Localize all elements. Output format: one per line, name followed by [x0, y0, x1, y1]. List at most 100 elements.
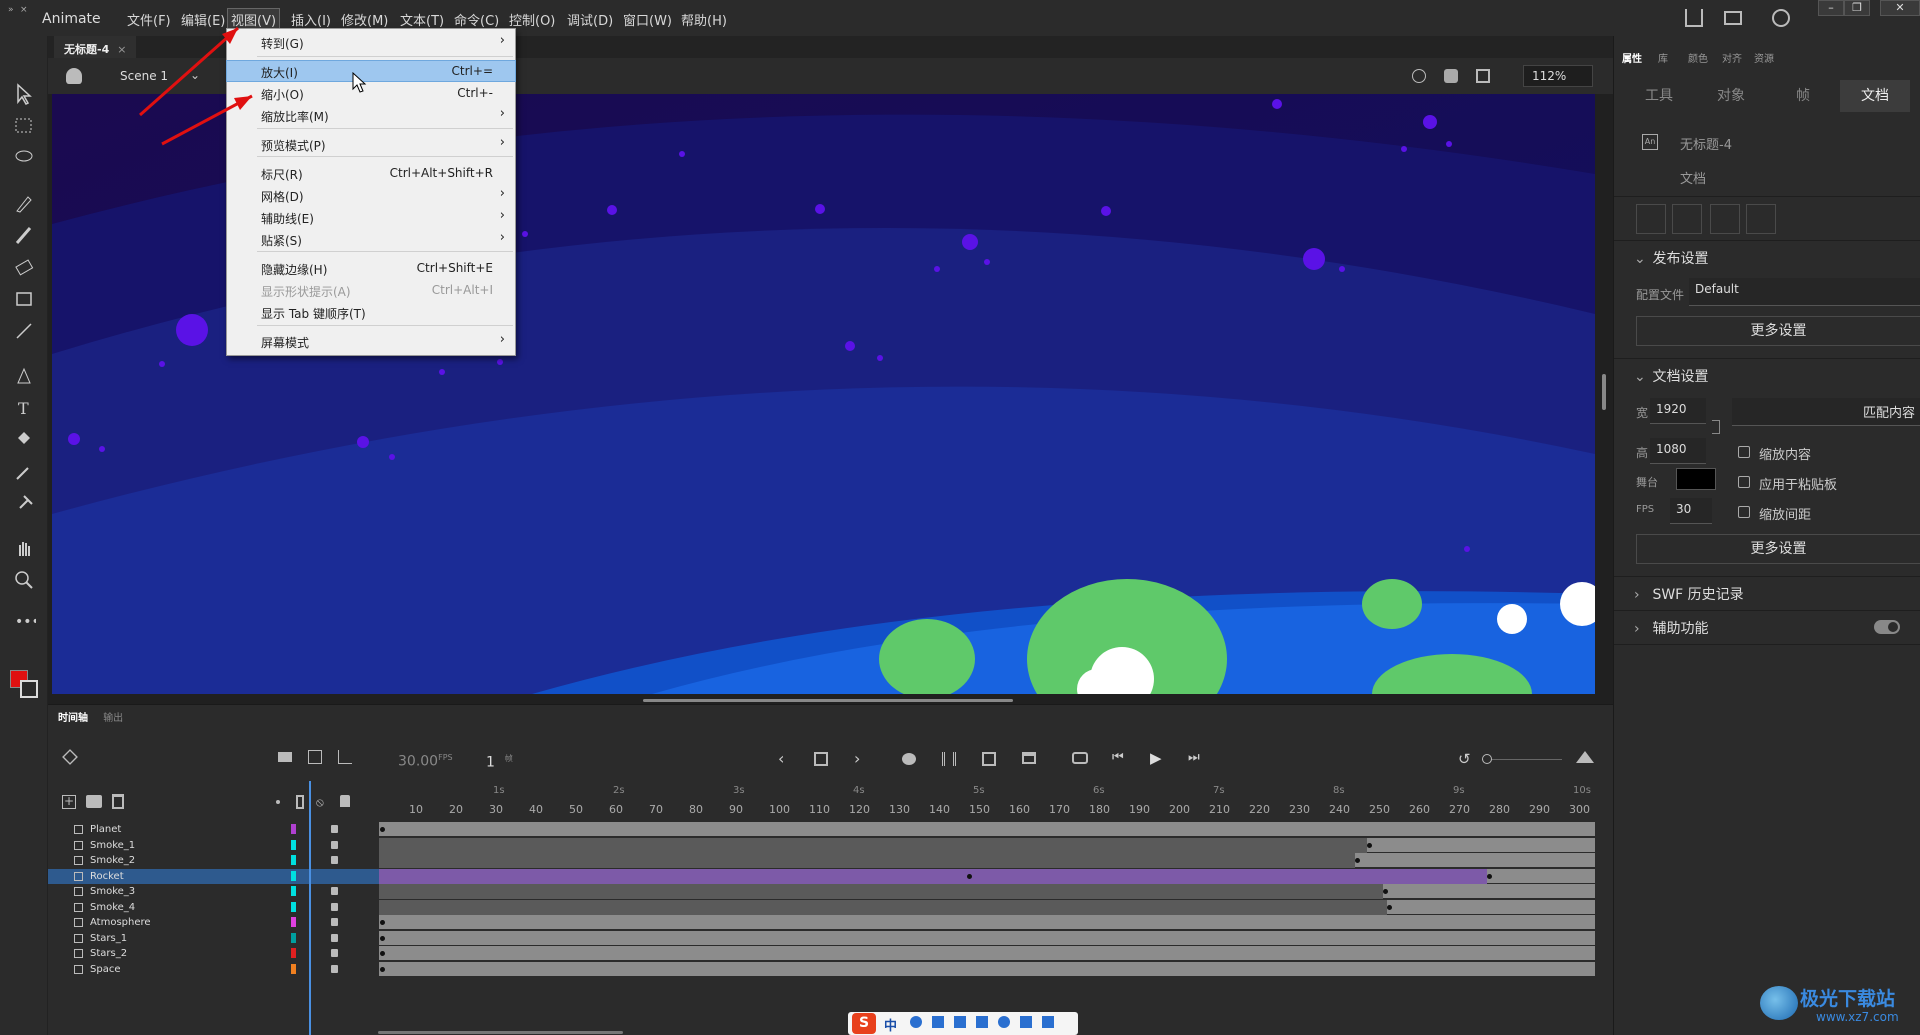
layers-icon[interactable]: [62, 749, 78, 765]
view-menu-item[interactable]: 隐藏边缘(H) Ctrl+Shift+E: [227, 258, 515, 278]
tab-align[interactable]: 对齐: [1722, 50, 1742, 65]
clip-content-icon[interactable]: [1476, 69, 1490, 83]
tween-span[interactable]: [379, 899, 1387, 915]
view-menu-item[interactable]: 显示形状提示(A) Ctrl+Alt+I: [227, 280, 515, 300]
workspace-icon[interactable]: [1724, 11, 1742, 25]
tween-span[interactable]: [379, 837, 1367, 853]
keyframe[interactable]: [1387, 904, 1392, 910]
keyframe[interactable]: [380, 966, 385, 972]
frame-row[interactable]: [379, 946, 1595, 961]
view-menu-item[interactable]: 缩放比率(M) ›: [227, 105, 515, 125]
layer-color-swatch[interactable]: [291, 839, 296, 850]
layer-lock-icon[interactable]: [331, 933, 338, 942]
stage-color-swatch[interactable]: [1676, 468, 1716, 490]
view-menu-item[interactable]: 屏幕模式 ›: [227, 331, 515, 351]
layer-color-swatch[interactable]: [291, 932, 296, 943]
accessibility-toggle[interactable]: [1874, 620, 1900, 634]
document-tab[interactable]: 无标题-4 ×: [54, 36, 137, 58]
tween-span[interactable]: [379, 884, 1383, 899]
edit-multiple-frames-icon[interactable]: [942, 752, 956, 766]
document-settings-header[interactable]: ⌄ 文档设置: [1634, 366, 1708, 386]
lasso-icon[interactable]: [12, 146, 36, 170]
stage-vertical-scrollbar[interactable]: [1602, 374, 1606, 410]
ime-tool-icons[interactable]: [910, 1016, 1070, 1030]
layer-row[interactable]: Planet: [48, 822, 379, 837]
keyframe[interactable]: [380, 951, 385, 956]
tab-timeline[interactable]: 时间轴: [58, 713, 88, 724]
frame-display[interactable]: 1帧: [486, 753, 513, 771]
insert-keyframe-icon[interactable]: [814, 752, 828, 766]
menu-7[interactable]: 控制(O): [506, 9, 558, 30]
layer-color-swatch[interactable]: [291, 855, 296, 865]
select-tool-icon[interactable]: [12, 82, 36, 106]
link-dimensions-icon[interactable]: [1712, 420, 1720, 434]
keyframe[interactable]: [380, 920, 385, 925]
subtab-tools[interactable]: 工具: [1624, 80, 1694, 112]
layer-row[interactable]: Smoke_3: [48, 884, 379, 899]
timeline-ruler[interactable]: 10 20 30 40 50 60 70 80 90 100 110 120 130 140 150 160 1…: [379, 781, 1595, 821]
show-all-layers-icon[interactable]: [276, 800, 280, 804]
outline-all-layers-icon[interactable]: [296, 795, 304, 809]
lock-icon[interactable]: [1746, 204, 1776, 234]
subtab-frame[interactable]: 帧: [1768, 80, 1838, 112]
view-menu-item[interactable]: 预览模式(P) ›: [227, 134, 515, 154]
view-menu-item[interactable]: 标尺(R) Ctrl+Alt+Shift+R: [227, 163, 515, 183]
layer-color-swatch[interactable]: [291, 870, 296, 881]
view-menu-item[interactable]: 显示 Tab 键顺序(T): [227, 302, 515, 322]
view-menu-item[interactable]: 缩小(O) Ctrl+-: [227, 83, 515, 103]
ime-mode-label[interactable]: 中: [884, 1015, 897, 1034]
keyframe[interactable]: [967, 873, 972, 879]
layer-row[interactable]: Rocket: [48, 868, 379, 884]
pen-tool-icon[interactable]: [12, 364, 36, 388]
line-tool-icon[interactable]: [12, 319, 36, 343]
timeline-fit-icon[interactable]: [1576, 751, 1594, 763]
layer-row[interactable]: Atmosphere: [48, 915, 379, 930]
menu-4[interactable]: 修改(M): [338, 9, 391, 30]
layer-color-swatch[interactable]: [291, 901, 296, 912]
layer-lock-icon[interactable]: [331, 949, 338, 957]
frame-row[interactable]: [379, 930, 1595, 946]
parenting-icon[interactable]: [308, 750, 322, 764]
more-tools-icon[interactable]: •••: [12, 612, 40, 636]
layer-lock-icon[interactable]: [331, 918, 338, 926]
layer-lock-icon[interactable]: [331, 887, 338, 895]
width-input[interactable]: 1920: [1650, 398, 1706, 424]
layer-color-swatch[interactable]: [291, 963, 296, 974]
camera-icon[interactable]: [278, 752, 292, 762]
paint-brush-icon[interactable]: [12, 191, 36, 215]
play-test-icon[interactable]: [1772, 9, 1790, 27]
apply-to-pasteboard-checkbox[interactable]: [1738, 476, 1750, 488]
view-menu-item[interactable]: 网格(D) ›: [227, 185, 515, 205]
subtab-document[interactable]: 文档: [1840, 80, 1910, 112]
view-menu-item[interactable]: 转到(G) ›: [227, 32, 515, 52]
onion-skin-icon[interactable]: [902, 753, 916, 765]
layer-color-swatch[interactable]: [291, 917, 296, 927]
ruler-icon[interactable]: [1710, 204, 1740, 234]
document-more-settings-button[interactable]: 更多设置: [1636, 534, 1920, 564]
fill-color-swatch[interactable]: [20, 680, 38, 698]
height-input[interactable]: 1080: [1650, 438, 1706, 464]
rotate-stage-icon[interactable]: [1444, 69, 1458, 83]
tab-assets[interactable]: 资源: [1754, 50, 1774, 65]
subtab-object[interactable]: 对象: [1696, 80, 1766, 112]
fps-display[interactable]: 30.00FPS: [398, 753, 453, 770]
center-stage-icon[interactable]: [1412, 69, 1426, 83]
brush-icon[interactable]: [12, 223, 36, 247]
symbol-icon[interactable]: [66, 68, 82, 84]
tween-span[interactable]: [379, 853, 1355, 868]
frame-row[interactable]: [379, 822, 1595, 837]
loop-icon[interactable]: [1072, 752, 1088, 764]
layer-row[interactable]: Smoke_4: [48, 900, 379, 915]
keyframe[interactable]: [1383, 889, 1388, 894]
frame-options-icon[interactable]: [982, 752, 996, 766]
keyframe[interactable]: [380, 827, 385, 832]
layer-lock-icon[interactable]: [331, 964, 338, 973]
hide-all-layers-icon[interactable]: ⦸: [316, 795, 324, 810]
step-forward-icon[interactable]: ⏭: [1188, 750, 1200, 765]
delete-layer-icon[interactable]: [112, 794, 124, 809]
layer-row[interactable]: Space: [48, 962, 379, 977]
layer-color-swatch[interactable]: [291, 948, 296, 958]
play-icon[interactable]: ▶: [1150, 749, 1162, 767]
layer-row[interactable]: Stars_2: [48, 946, 379, 961]
view-menu-item[interactable]: 贴紧(S) ›: [227, 229, 515, 249]
